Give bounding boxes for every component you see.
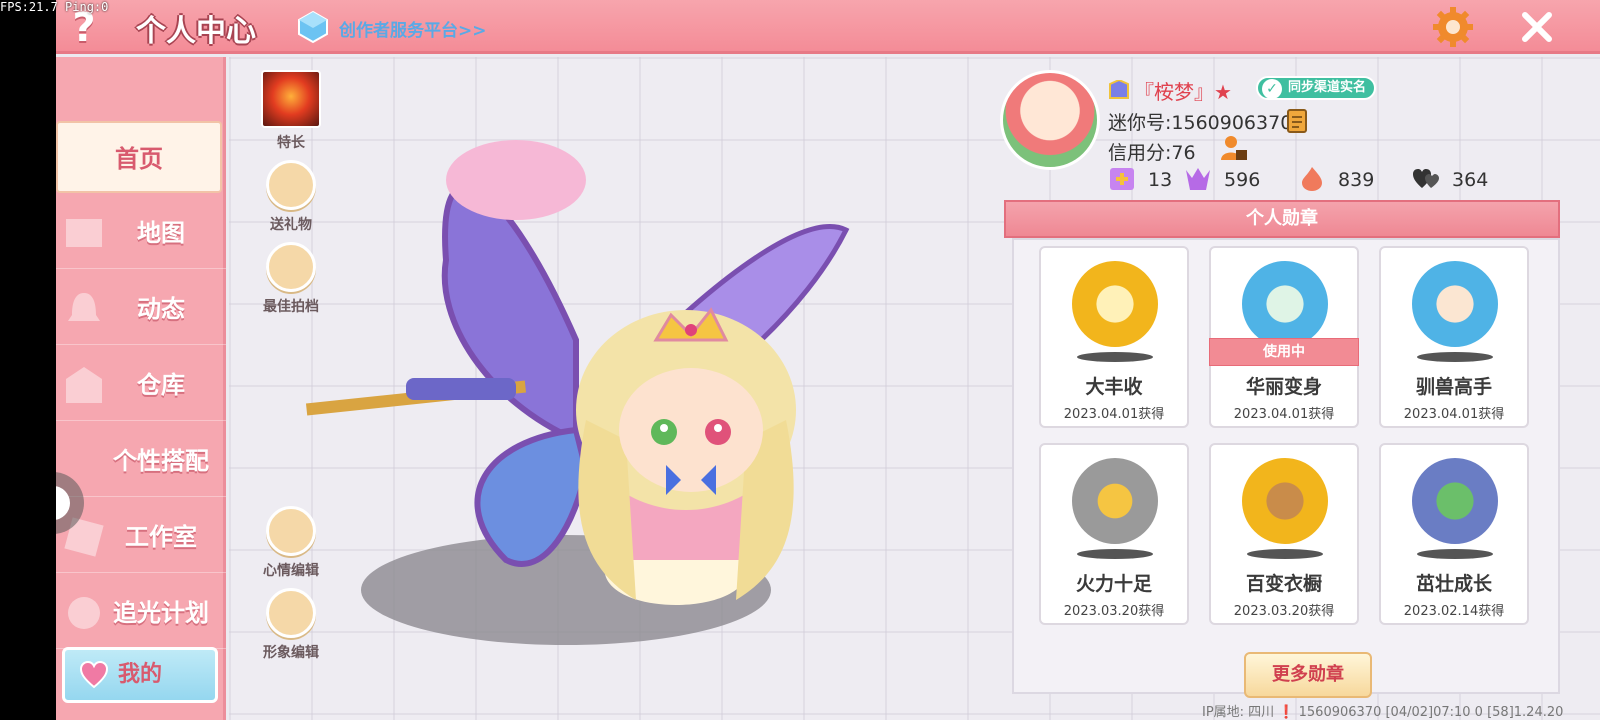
heart-icon [79, 660, 109, 689]
medal-shadow [1247, 549, 1323, 559]
top-bar: ? 个人中心 创作者服务平台>> [56, 0, 1600, 54]
medal-card[interactable]: 驯兽高手 2023.04.01获得 [1379, 246, 1529, 428]
hearts-icon [1413, 169, 1439, 188]
page-title: 个人中心 [136, 14, 256, 49]
my-button-label: 我的 [117, 662, 162, 687]
medal-card[interactable]: 火力十足 2023.03.20获得 [1039, 443, 1189, 625]
harvest-medal-icon [1067, 256, 1163, 352]
profile-avatar[interactable] [1000, 70, 1100, 170]
my-button[interactable]: 我的 [62, 647, 218, 703]
medal-name: 茁壮成长 [1415, 573, 1492, 595]
sidebar-item-label: 仓库 [137, 371, 185, 399]
flame-icon [1302, 167, 1322, 191]
medal-name: 火力十足 [1075, 573, 1152, 595]
plus-card-icon [1110, 168, 1134, 190]
rank-badge-icon [1109, 80, 1129, 99]
sidebar-item-label: 追光计划 [113, 599, 209, 627]
credit-score: 信用分:76 [1108, 142, 1196, 164]
in-use-badge: 使用中 [1209, 338, 1359, 366]
sidebar-nav: 首页 地图 动态 仓库 个性搭配 工作室 追光计划 我的 [56, 57, 226, 720]
sidebar-item-home[interactable]: 首页 [56, 121, 222, 193]
sidebar-item-light-plan[interactable]: 追光计划 [56, 577, 226, 649]
sidebar-item-feed[interactable]: 动态 [56, 273, 226, 345]
sidebar-item-outfit[interactable]: 个性搭配 [56, 425, 226, 497]
sync-realname-button[interactable]: ✓ 同步渠道实名 [1256, 76, 1377, 100]
stat-level: 13 [1108, 166, 1172, 192]
stat-value: 13 [1148, 169, 1173, 191]
firepower-medal-icon [1067, 453, 1163, 549]
sidebar-item-label: 地图 [137, 219, 185, 247]
medals-header: 个人勋章 [1004, 200, 1560, 238]
sidebar-item-map[interactable]: 地图 [56, 197, 226, 269]
sidebar-item-label: 工作室 [125, 523, 197, 551]
player-name: 『桉梦』★ [1134, 80, 1232, 104]
player-character-avatar[interactable] [286, 140, 906, 660]
medal-name: 驯兽高手 [1415, 376, 1492, 398]
sidebar-item-label: 首页 [115, 145, 163, 173]
medal-shadow [1417, 352, 1493, 362]
stat-likes: 364 [1412, 166, 1488, 192]
footer-info: IP属地: 四川 ❗ 1560906370 [04/02]07:10 0 [58… [1202, 705, 1564, 720]
stat-cheer: 596 [1184, 166, 1260, 192]
mini-id: 迷你号:1560906370 [1108, 112, 1293, 134]
stat-value: 364 [1452, 169, 1489, 191]
wardrobe-medal-icon [1237, 453, 1333, 549]
stat-value: 596 [1224, 169, 1261, 191]
sidebar-item-warehouse[interactable]: 仓库 [56, 349, 226, 421]
sidebar-item-label: 动态 [137, 295, 185, 323]
medal-card[interactable]: 茁壮成长 2023.02.14获得 [1379, 443, 1529, 625]
stat-popularity: 839 [1298, 166, 1374, 192]
credit-person-icon[interactable] [1220, 134, 1248, 162]
medal-card[interactable]: 大丰收 2023.04.01获得 [1039, 246, 1189, 428]
medal-date: 2023.04.01获得 [1233, 407, 1335, 422]
medal-date: 2023.03.20获得 [1063, 604, 1165, 619]
medal-card[interactable]: 使用中 华丽变身 2023.04.01获得 [1209, 246, 1359, 428]
stat-value: 839 [1338, 169, 1375, 191]
medal-date: 2023.02.14获得 [1403, 604, 1505, 619]
medal-shadow [1417, 549, 1493, 559]
medal-shadow [1077, 352, 1153, 362]
medal-name: 大丰收 [1085, 376, 1143, 398]
personal-center-screen: ? 个人中心 创作者服务平台>> 首页 地图 动态 仓库 个性搭配 工作室 追光… [56, 0, 1600, 720]
person-check-icon: ✓ [1262, 79, 1282, 99]
medal-card[interactable]: 百变衣橱 2023.03.20获得 [1209, 443, 1359, 625]
sync-realname-label: 同步渠道实名 [1288, 80, 1367, 95]
debug-overlay: FPS:21.7 Ping:0 [0, 0, 109, 14]
medal-name: 华丽变身 [1245, 376, 1322, 398]
settings-gear-icon[interactable] [1432, 6, 1474, 48]
more-medals-button[interactable]: 更多勋章 [1244, 652, 1372, 698]
specialty-icon [261, 70, 321, 128]
medal-name: 百变衣橱 [1245, 573, 1322, 595]
medal-date: 2023.04.01获得 [1403, 407, 1505, 422]
medal-date: 2023.04.01获得 [1063, 407, 1165, 422]
copy-icon[interactable] [1286, 108, 1310, 134]
close-icon[interactable] [1518, 8, 1556, 46]
sidebar-item-label: 个性搭配 [113, 447, 209, 475]
beast-tamer-medal-icon [1407, 256, 1503, 352]
creator-platform-link[interactable]: 创作者服务平台>> [339, 16, 487, 41]
creator-cube-icon[interactable] [296, 10, 330, 44]
medal-date: 2023.03.20获得 [1233, 604, 1335, 619]
medal-shadow [1077, 549, 1153, 559]
growth-medal-icon [1407, 453, 1503, 549]
cheer-icon [1186, 168, 1210, 190]
